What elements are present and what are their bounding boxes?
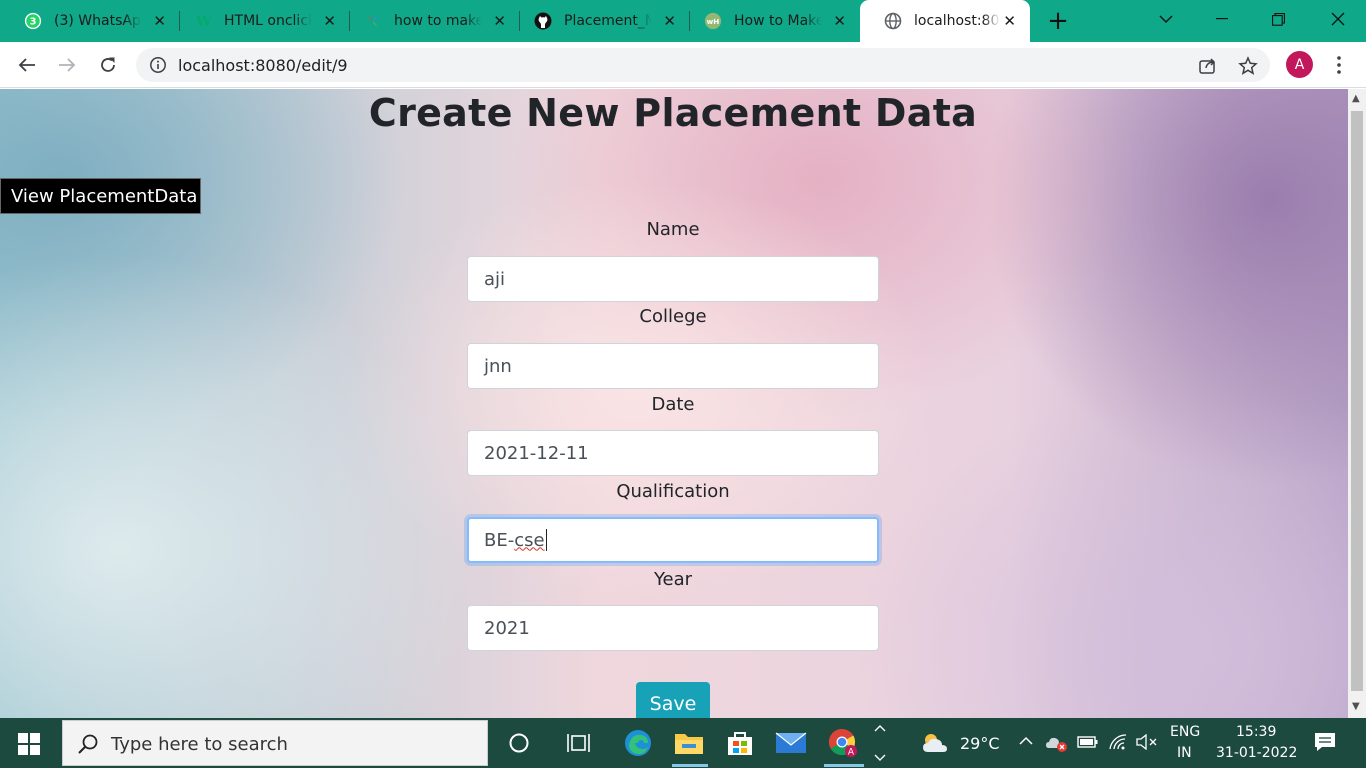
vertical-scrollbar[interactable]: ▲ ▼: [1348, 89, 1366, 718]
url-text: localhost:8080/edit/9: [178, 56, 348, 75]
page-title: Create New Placement Data: [368, 91, 978, 135]
restore-icon[interactable]: [1250, 0, 1306, 38]
svg-text:wH: wH: [707, 17, 720, 26]
tab-html-onclick[interactable]: W HTML onclick ✕: [170, 0, 350, 42]
scroll-down-arrow-icon[interactable]: ▼: [1352, 701, 1360, 712]
tab-title: localhost:8080: [914, 13, 1000, 29]
whatsapp-icon: 3: [24, 12, 42, 30]
language-indicator[interactable]: ENG: [1170, 724, 1200, 740]
close-tab-icon[interactable]: ✕: [833, 12, 846, 30]
tab-strip: 3 (3) WhatsApp ✕ W HTML onclick ✕ how to…: [0, 0, 1366, 42]
globe-icon: [884, 12, 902, 30]
year-input[interactable]: 2021: [467, 605, 879, 651]
search-placeholder: Type here to search: [111, 734, 288, 755]
tab-title: how to make: [394, 13, 482, 29]
github-icon: [534, 12, 552, 30]
tab-wikihow[interactable]: wH How to Make ✕: [680, 0, 860, 42]
weather-temperature: 29°C: [960, 734, 1000, 753]
tab-title: How to Make: [734, 13, 822, 29]
close-tab-icon[interactable]: ✕: [153, 12, 166, 30]
new-tab-button[interactable]: +: [1046, 6, 1070, 36]
scrollbar-thumb[interactable]: [1351, 111, 1363, 691]
svg-text:A: A: [848, 748, 855, 758]
windows-taskbar: Type here to search A 29°C ENG IN 15:39 …: [0, 718, 1366, 768]
text-caret: [545, 529, 547, 551]
tab-localhost[interactable]: localhost:8080 ✕: [860, 0, 1030, 42]
notification-center-icon[interactable]: [1314, 732, 1336, 756]
clock-time[interactable]: 15:39: [1236, 724, 1276, 740]
show-hidden-icons-chevron-icon[interactable]: [1018, 732, 1034, 750]
task-view-icon[interactable]: [562, 726, 596, 760]
share-icon[interactable]: [1198, 56, 1218, 76]
onedrive-error-icon[interactable]: [1045, 734, 1069, 756]
pinwheel-icon: [364, 12, 382, 30]
name-input[interactable]: aji: [467, 256, 879, 302]
battery-icon[interactable]: [1077, 735, 1099, 753]
w3schools-icon: W: [194, 12, 212, 30]
address-bar[interactable]: localhost:8080/edit/9: [136, 48, 1270, 82]
reload-icon[interactable]: [95, 52, 121, 78]
tab-how-to-make[interactable]: how to make ✕: [340, 0, 520, 42]
tab-title: Placement_M: [564, 13, 652, 29]
date-input[interactable]: 2021-12-11: [467, 430, 879, 476]
tab-github[interactable]: Placement_M ✕: [510, 0, 690, 42]
college-label: College: [639, 306, 707, 327]
spellcheck-underlined-word: cse: [514, 529, 545, 551]
close-window-icon[interactable]: [1310, 0, 1366, 38]
qualification-input[interactable]: BE-cse: [467, 517, 879, 563]
qualification-label: Qualification: [616, 481, 730, 502]
college-input[interactable]: jnn: [467, 343, 879, 389]
site-info-icon[interactable]: [149, 56, 167, 74]
mail-icon[interactable]: [774, 726, 808, 760]
tab-whatsapp[interactable]: 3 (3) WhatsApp ✕: [0, 0, 180, 42]
profile-avatar[interactable]: A: [1286, 51, 1313, 78]
active-app-indicator: [672, 764, 708, 767]
svg-text:W: W: [195, 14, 212, 30]
scroll-up-arrow-icon[interactable]: ▲: [1352, 93, 1360, 104]
tab-search-chevron-icon[interactable]: [1138, 0, 1194, 38]
tab-title: (3) WhatsApp: [54, 13, 142, 29]
year-label: Year: [653, 569, 693, 590]
save-button[interactable]: Save: [636, 682, 710, 718]
close-tab-icon[interactable]: ✕: [323, 12, 336, 30]
back-arrow-icon[interactable]: [14, 52, 40, 78]
date-label: Date: [651, 394, 695, 415]
browser-toolbar: localhost:8080/edit/9 A: [0, 42, 1366, 88]
taskbar-search-box[interactable]: Type here to search: [62, 720, 488, 766]
more-options-icon[interactable]: [1330, 54, 1348, 76]
volume-muted-icon[interactable]: [1136, 733, 1158, 754]
bookmark-star-icon[interactable]: [1238, 56, 1258, 76]
close-tab-icon[interactable]: ✕: [1003, 12, 1016, 30]
region-indicator[interactable]: IN: [1177, 745, 1192, 761]
cortana-icon[interactable]: [502, 726, 536, 760]
close-tab-icon[interactable]: ✕: [663, 12, 676, 30]
weather-cloud-icon[interactable]: [918, 726, 952, 760]
wifi-icon[interactable]: [1108, 733, 1128, 755]
name-label: Name: [646, 219, 700, 240]
page-content: Create New Placement Data View Placement…: [0, 89, 1348, 718]
forward-arrow-icon[interactable]: [54, 52, 80, 78]
tab-title: HTML onclick: [224, 13, 312, 29]
active-app-indicator: [824, 764, 864, 767]
wikihow-icon: wH: [704, 12, 722, 30]
microsoft-store-icon[interactable]: [723, 726, 757, 760]
clock-date[interactable]: 31-01-2022: [1216, 745, 1297, 761]
view-placement-data-button[interactable]: View PlacementData: [0, 178, 201, 214]
file-explorer-icon[interactable]: [672, 726, 706, 760]
taskbar-scroll-arrows-icon[interactable]: [866, 720, 894, 766]
chrome-icon[interactable]: A: [826, 726, 860, 760]
close-tab-icon[interactable]: ✕: [493, 12, 506, 30]
windows-start-icon[interactable]: [18, 733, 40, 755]
search-icon: [77, 733, 99, 759]
edge-icon[interactable]: [621, 726, 655, 760]
svg-text:3: 3: [30, 17, 37, 28]
minimize-icon[interactable]: [1194, 0, 1250, 38]
qualification-value-prefix: BE-: [484, 529, 515, 551]
